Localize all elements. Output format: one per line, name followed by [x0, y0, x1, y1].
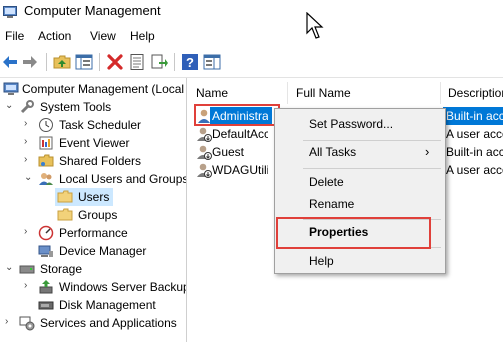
- context-menu-all-tasks[interactable]: All Tasks ›: [275, 142, 445, 164]
- properties-icon[interactable]: [128, 53, 146, 71]
- annotation-highlight-user: [194, 104, 280, 126]
- forward-arrow-icon[interactable]: [21, 53, 39, 71]
- title-bar: Computer Management: [0, 0, 503, 26]
- delete-icon[interactable]: [106, 53, 124, 71]
- tree-item-label: Storage: [40, 262, 83, 276]
- tree-item-label: Disk Management: [59, 298, 156, 312]
- user-description: A user acco: [446, 127, 503, 141]
- chevron-right-icon[interactable]: ›: [24, 226, 34, 238]
- tree-item-performance[interactable]: › Performance: [0, 224, 186, 242]
- tree-item-label: Groups: [78, 208, 118, 222]
- disk-management-icon: [38, 301, 54, 310]
- disabled-user-icon: [197, 145, 212, 160]
- computer-management-app-icon: [3, 6, 17, 18]
- disabled-user-icon: [197, 163, 212, 178]
- context-menu-rename[interactable]: Rename: [275, 194, 445, 216]
- tree-item-label: Task Scheduler: [59, 118, 142, 132]
- menu-bar: File Action View Help: [0, 26, 503, 46]
- context-menu-delete[interactable]: Delete: [275, 172, 445, 194]
- menu-separator: [303, 140, 441, 141]
- annotation-highlight-properties: [276, 217, 431, 249]
- user-description: A user acco: [446, 163, 503, 177]
- column-header-full-name[interactable]: Full Name: [288, 82, 440, 106]
- tree-item-windows-server-backup[interactable]: › Windows Server Backup: [0, 278, 186, 296]
- menu-help[interactable]: Help: [130, 29, 155, 43]
- tree-item-groups[interactable]: Groups: [55, 206, 155, 224]
- menu-file[interactable]: File: [5, 29, 24, 43]
- tree-item-computer-management[interactable]: Computer Management (Local: [0, 80, 186, 98]
- tree-item-label: Local Users and Groups: [59, 172, 187, 186]
- user-name: Guest: [212, 145, 245, 159]
- chevron-right-icon[interactable]: ›: [5, 316, 15, 328]
- menu-action[interactable]: Action: [38, 29, 71, 43]
- chevron-right-icon[interactable]: ›: [24, 280, 34, 292]
- back-arrow-icon[interactable]: [1, 53, 19, 71]
- tree-item-local-users-groups[interactable]: ⌄ Local Users and Groups: [0, 170, 186, 188]
- computer-management-icon: [3, 82, 19, 95]
- storage-icon: [19, 265, 35, 274]
- context-menu-set-password[interactable]: Set Password...: [275, 114, 445, 136]
- tree-item-disk-management[interactable]: Disk Management: [0, 296, 186, 314]
- menu-separator: [303, 168, 441, 169]
- folder-icon: [57, 190, 73, 203]
- user-name: WDAGUtility: [212, 163, 268, 177]
- export-list-icon[interactable]: [150, 53, 168, 71]
- backup-icon: [39, 280, 53, 294]
- users-group-icon: [39, 173, 53, 185]
- disabled-user-icon: [197, 127, 212, 142]
- toolbar-separator: [174, 53, 175, 71]
- menu-view[interactable]: View: [90, 29, 116, 43]
- tree-item-label: Users: [78, 190, 110, 204]
- tree-item-shared-folders[interactable]: › Shared Folders: [0, 152, 186, 170]
- chevron-right-icon[interactable]: ›: [24, 154, 34, 166]
- tree-item-label: Shared Folders: [59, 154, 142, 168]
- shared-folder-icon: [38, 154, 54, 167]
- tree-item-users[interactable]: Users: [55, 188, 113, 206]
- user-description: Built-in acc: [446, 109, 503, 123]
- tree-item-label: Computer Management (Local: [22, 82, 185, 96]
- tree-item-services-applications[interactable]: › Services and Applications: [0, 314, 186, 332]
- user-description: Built-in acc: [446, 145, 503, 159]
- context-menu-help[interactable]: Help: [275, 251, 445, 273]
- tree-item-label: Services and Applications: [40, 316, 177, 330]
- chevron-down-icon[interactable]: ⌄: [5, 262, 15, 274]
- tree-item-label: Performance: [59, 226, 128, 240]
- window-title: Computer Management: [24, 3, 161, 18]
- device-manager-icon: [38, 245, 53, 257]
- tree-item-system-tools[interactable]: ⌄ System Tools: [0, 98, 186, 116]
- chevron-down-icon[interactable]: ⌄: [24, 172, 34, 184]
- tree-item-label: Device Manager: [59, 244, 147, 258]
- tree-item-label: Windows Server Backup: [59, 280, 187, 294]
- clock-icon: [39, 118, 53, 132]
- tree-item-storage[interactable]: ⌄ Storage: [0, 260, 186, 278]
- context-menu: Set Password... All Tasks › Delete Renam…: [274, 108, 446, 274]
- tree-item-label: Event Viewer: [59, 136, 130, 150]
- chevron-right-icon[interactable]: ›: [24, 118, 34, 130]
- user-name: DefaultAcco: [212, 127, 268, 141]
- folder-icon: [57, 208, 73, 221]
- show-hide-tree-icon[interactable]: [75, 53, 93, 71]
- mouse-cursor-icon: [306, 12, 324, 39]
- services-icon: [19, 316, 35, 331]
- toolbar-separator: [99, 53, 100, 71]
- tools-icon: [20, 100, 34, 114]
- toolbar-separator: [46, 53, 47, 71]
- tree-item-task-scheduler[interactable]: › Task Scheduler: [0, 116, 186, 134]
- tree-item-device-manager[interactable]: Device Manager: [0, 242, 186, 260]
- up-folder-icon[interactable]: [53, 53, 71, 71]
- help-icon[interactable]: ?: [181, 53, 199, 71]
- chevron-down-icon[interactable]: ⌄: [5, 100, 15, 112]
- toolbar: ?: [0, 47, 503, 78]
- column-header-name[interactable]: Name: [188, 82, 288, 106]
- chevron-right-icon[interactable]: ›: [24, 136, 34, 148]
- performance-icon: [38, 225, 54, 241]
- tree-item-label: System Tools: [40, 100, 112, 114]
- submenu-arrow-icon: ›: [425, 144, 430, 159]
- show-action-pane-icon[interactable]: [203, 53, 221, 71]
- event-viewer-icon: [39, 136, 53, 150]
- tree-item-event-viewer[interactable]: › Event Viewer: [0, 134, 186, 152]
- svg-text:?: ?: [186, 55, 194, 70]
- console-tree: Computer Management (Local ⌄ System Tool…: [0, 78, 187, 342]
- column-header-description[interactable]: Description: [440, 82, 503, 106]
